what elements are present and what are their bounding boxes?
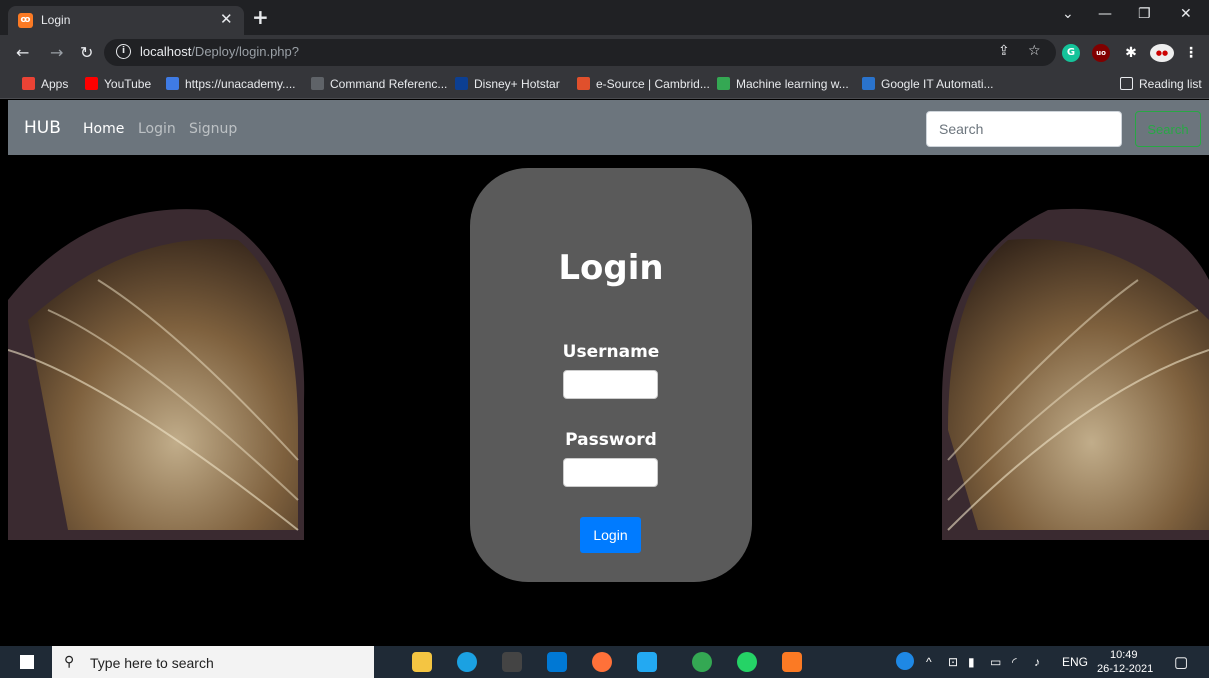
search-icon: ⚲ <box>64 653 75 669</box>
hotstar-icon <box>455 77 468 90</box>
network-icon[interactable]: ⊡ <box>948 655 958 669</box>
windows-start-icon[interactable] <box>20 655 34 669</box>
nav-link-home[interactable]: Home <box>83 121 124 137</box>
store-icon[interactable] <box>502 652 522 672</box>
login-heading: Login <box>558 248 664 288</box>
xampp-icon[interactable] <box>782 652 802 672</box>
microphone-icon[interactable]: ▮ <box>968 655 975 669</box>
bookmark-label: Disney+ Hotstar <box>474 77 560 91</box>
firefox-icon[interactable] <box>592 652 612 672</box>
screen: ꝏ Login ✕ + ⌄ — ❐ ✕ ← → ↻ i localhost/De… <box>0 0 1209 678</box>
bookmark-google-it[interactable]: Google IT Automati... <box>862 77 994 91</box>
cambridge-icon <box>577 77 590 90</box>
edge-icon[interactable] <box>457 652 477 672</box>
tab-search-chevron-icon[interactable]: ⌄ <box>1062 6 1074 22</box>
battery-icon[interactable]: ▭ <box>990 655 1001 669</box>
nav-link-login[interactable]: Login <box>138 121 176 137</box>
browser-tab[interactable]: ꝏ Login ✕ <box>8 6 244 35</box>
bookmark-apps[interactable]: Apps <box>22 77 68 91</box>
bookmark-label: https://unacademy.... <box>185 77 296 91</box>
reading-list-icon <box>1120 77 1133 90</box>
document-icon <box>311 77 324 90</box>
bookmark-star-icon[interactable]: ☆ <box>1028 43 1041 59</box>
bookmark-label: Apps <box>41 77 69 91</box>
new-tab-icon[interactable]: + <box>252 5 269 29</box>
nav-link-signup[interactable]: Signup <box>189 121 237 137</box>
show-hidden-icons-chevron-icon[interactable]: ^ <box>926 655 932 669</box>
reload-icon[interactable]: ↻ <box>80 43 93 62</box>
vscode-icon[interactable] <box>637 652 657 672</box>
coursera-icon <box>862 77 875 90</box>
youtube-icon <box>85 77 98 90</box>
clock-time[interactable]: 10:49 <box>1110 649 1138 661</box>
bookmark-machine-learning[interactable]: Machine learning w... <box>717 77 849 91</box>
google-drive-icon <box>717 77 730 90</box>
chrome-icon[interactable] <box>692 652 712 672</box>
reading-list[interactable]: Reading list <box>1120 77 1202 91</box>
search-button[interactable]: Search <box>1135 111 1201 147</box>
unacademy-icon <box>166 77 179 90</box>
grammarly-extension-icon[interactable]: G <box>1062 44 1080 62</box>
password-label: Password <box>565 430 657 450</box>
close-window-icon[interactable]: ✕ <box>1180 6 1192 22</box>
search-input[interactable] <box>926 111 1122 147</box>
minimize-icon[interactable]: — <box>1098 6 1112 22</box>
bookmark-label: Google IT Automati... <box>881 77 994 91</box>
notification-icon[interactable]: ▢ <box>1174 653 1188 671</box>
bookmark-youtube[interactable]: YouTube <box>85 77 151 91</box>
bookmark-label: Command Referenc... <box>330 77 448 91</box>
share-icon[interactable]: ⇪ <box>998 43 1010 59</box>
url-text: localhost/Deploy/login.php? <box>140 44 299 59</box>
url-path: /Deploy/login.php? <box>191 44 300 59</box>
taskbar-search-box[interactable]: ⚲ Type here to search <box>52 646 374 678</box>
login-button[interactable]: Login <box>580 517 641 553</box>
close-tab-icon[interactable]: ✕ <box>220 10 233 28</box>
wifi-icon[interactable]: ◜ <box>1012 655 1017 669</box>
url-host: localhost <box>140 44 192 59</box>
forward-arrow-icon[interactable]: → <box>50 43 63 62</box>
tab-title: Login <box>41 13 71 27</box>
bookmark-unacademy[interactable]: https://unacademy.... <box>166 77 296 91</box>
address-bar[interactable]: i localhost/Deploy/login.php? ⇪ ☆ <box>104 39 1056 66</box>
reading-list-label: Reading list <box>1139 77 1202 91</box>
xampp-favicon-icon: ꝏ <box>18 13 33 28</box>
bookmark-label: Machine learning w... <box>736 77 849 91</box>
site-info-icon[interactable]: i <box>116 44 131 59</box>
language-indicator[interactable]: ENG <box>1062 655 1088 669</box>
menu-kebab-icon[interactable]: ⋮ <box>1182 44 1200 62</box>
mail-icon[interactable] <box>547 652 567 672</box>
help-icon[interactable] <box>896 652 914 670</box>
clock-date[interactable]: 26-12-2021 <box>1097 663 1153 675</box>
browser-toolbar: ← → ↻ i localhost/Deploy/login.php? ⇪ ☆ … <box>0 35 1209 70</box>
bookmark-cambridge[interactable]: e-Source | Cambrid... <box>577 77 710 91</box>
right-book-image <box>942 208 1209 540</box>
profile-avatar-icon[interactable]: ●● <box>1150 44 1174 62</box>
windows-taskbar: ⚲ Type here to search ^ ⊡ ▮ ▭ ◜ ♪ ENG 10… <box>0 646 1209 678</box>
left-book-image <box>8 209 305 540</box>
site-navbar: HUB Home Login Signup Search <box>8 100 1209 155</box>
bookmarks-bar: Apps YouTube https://unacademy.... Comma… <box>0 70 1209 99</box>
username-input[interactable] <box>563 370 658 399</box>
web-page: HUB Home Login Signup Search Search Logi… <box>8 100 1209 646</box>
bookmark-label: YouTube <box>104 77 152 91</box>
file-explorer-icon[interactable] <box>412 652 432 672</box>
browser-tab-strip: ꝏ Login ✕ + ⌄ — ❐ ✕ <box>0 0 1209 35</box>
restore-icon[interactable]: ❐ <box>1138 6 1151 22</box>
bookmark-label: e-Source | Cambrid... <box>596 77 710 91</box>
bookmark-command-reference[interactable]: Command Referenc... <box>311 77 447 91</box>
whatsapp-icon[interactable] <box>737 652 757 672</box>
back-arrow-icon[interactable]: ← <box>16 43 29 62</box>
ublock-extension-icon[interactable]: uo <box>1092 44 1110 62</box>
username-label: Username <box>562 342 660 362</box>
extensions-puzzle-icon[interactable]: ✱ <box>1122 44 1140 62</box>
volume-icon[interactable]: ♪ <box>1034 655 1040 669</box>
brand-logo[interactable]: HUB <box>24 118 61 138</box>
apps-grid-icon <box>22 77 35 90</box>
taskbar-search-placeholder: Type here to search <box>90 655 214 671</box>
bookmark-hotstar[interactable]: Disney+ Hotstar <box>455 77 560 91</box>
login-card: Login Username Password Login <box>470 168 752 582</box>
password-input[interactable] <box>563 458 658 487</box>
